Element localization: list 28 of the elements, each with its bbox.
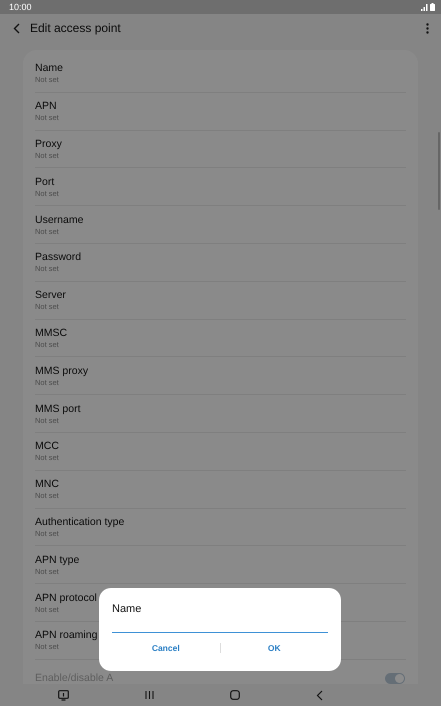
setting-title: APN type (35, 552, 80, 567)
setting-title: APN protocol (35, 590, 97, 605)
setting-title: Username (35, 212, 84, 227)
back-button[interactable] (11, 20, 22, 36)
setting-title: Password (35, 250, 82, 264)
dialog-button[interactable]: Cancel (112, 639, 220, 657)
setting-title: MMS proxy (35, 364, 88, 378)
more-options-button[interactable] (424, 20, 431, 36)
setting-title: MMS port (35, 402, 81, 416)
recent-apps-icon[interactable] (145, 690, 154, 700)
setting-title: APN roaming (35, 628, 98, 642)
setting-title: Port (35, 174, 54, 189)
setting-title: MNC (35, 477, 59, 492)
home-icon[interactable] (230, 690, 240, 700)
dialog-button[interactable]: OK (220, 639, 328, 657)
status-time: 10:00 (9, 2, 32, 12)
battery-icon (430, 3, 435, 11)
signal-icon (421, 4, 428, 10)
setting-title: APN (35, 99, 57, 114)
setting-title: Name (35, 60, 64, 75)
setting-title: Server (35, 288, 66, 302)
back-icon[interactable] (316, 690, 323, 700)
setting-title: MCC (35, 439, 59, 454)
dialog-title: Name (112, 602, 142, 616)
setting-title: MMSC (35, 326, 68, 340)
screen-title: Edit access point (30, 21, 122, 35)
setting-title: Authentication type (35, 514, 124, 529)
setting-title: Proxy (35, 136, 62, 151)
